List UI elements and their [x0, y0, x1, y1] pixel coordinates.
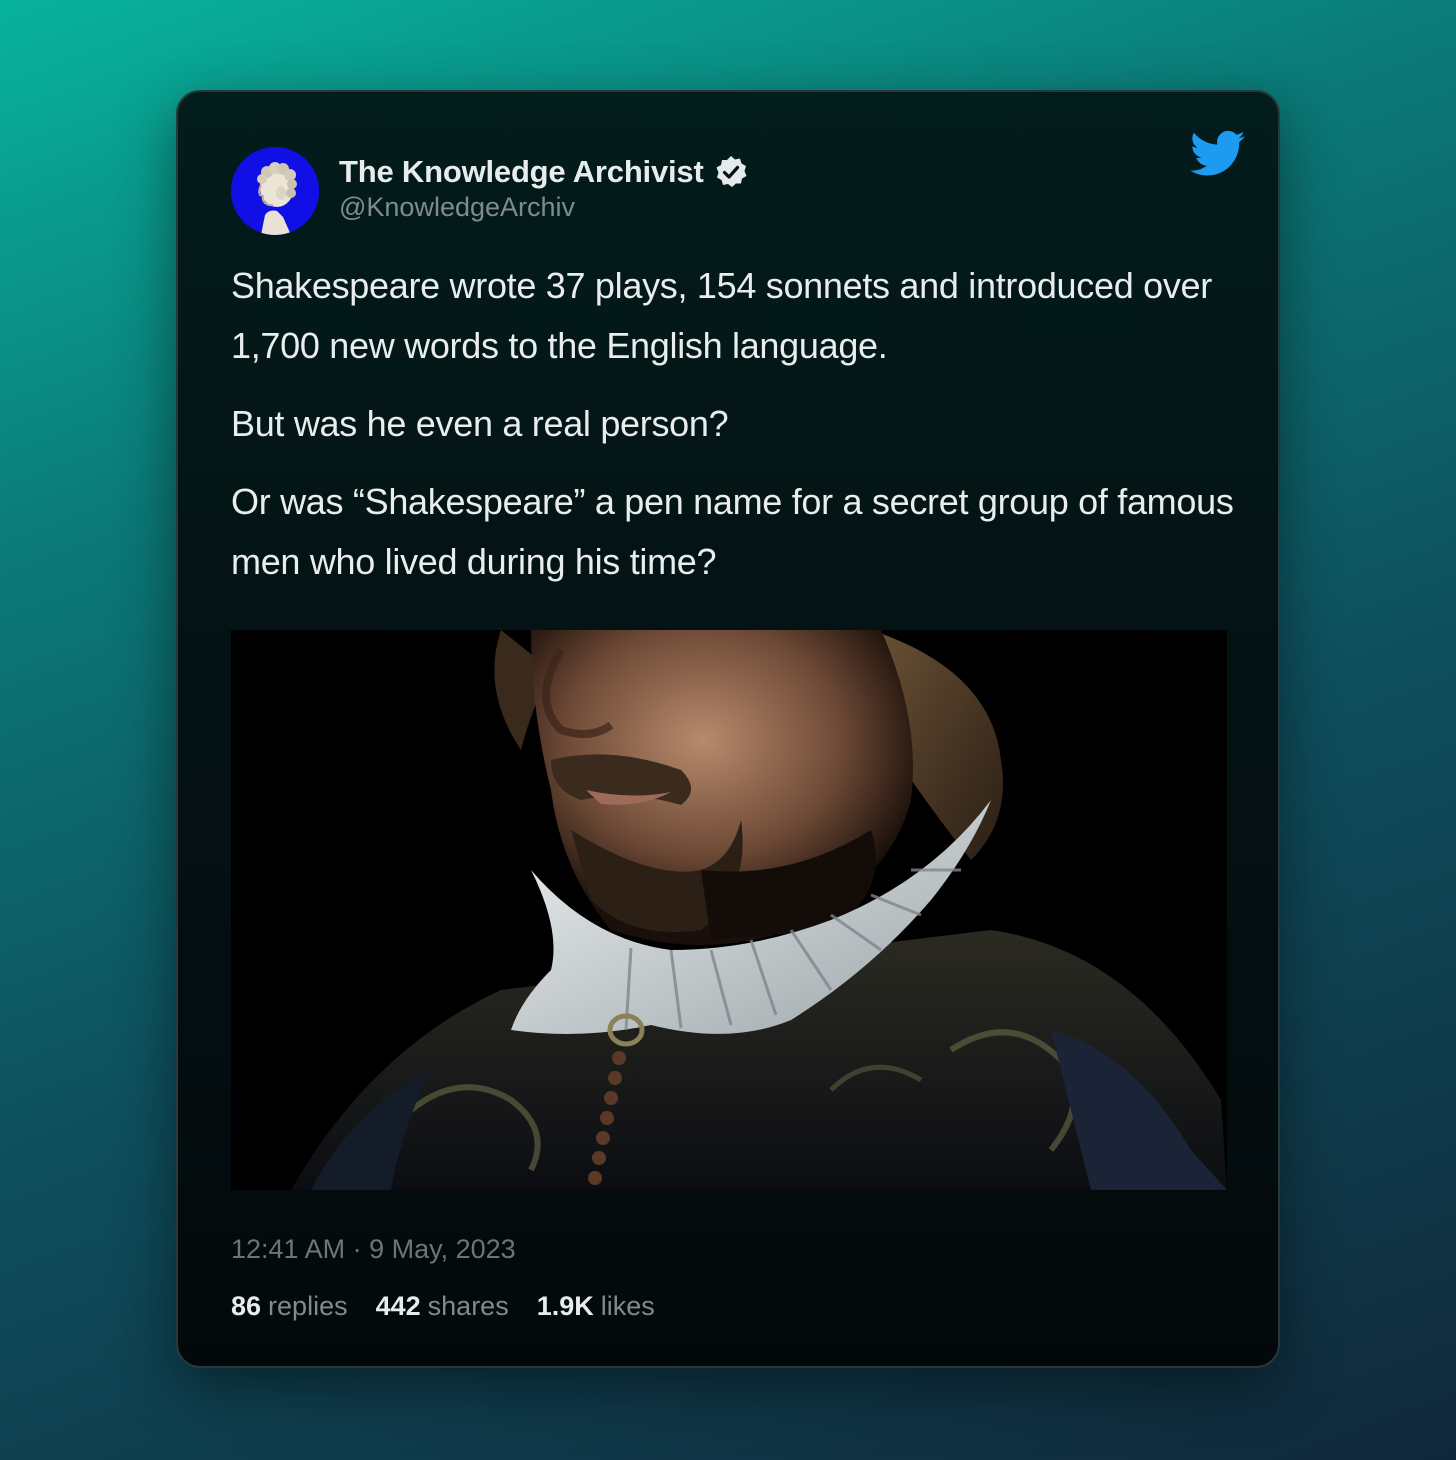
marble-bust-avatar-icon — [231, 147, 319, 235]
likes-stat[interactable]: 1.9K likes — [537, 1291, 655, 1322]
tweet-text: Shakespeare wrote 37 plays, 154 sonnets … — [231, 256, 1241, 610]
likes-count: 1.9K — [536, 1291, 594, 1321]
shares-stat[interactable]: 442 shares — [376, 1291, 509, 1322]
author-handle[interactable]: @KnowledgeArchiv — [339, 192, 575, 223]
tweet-card: The Knowledge Archivist @KnowledgeArchiv… — [176, 90, 1280, 1368]
tweet-paragraph: Shakespeare wrote 37 plays, 154 sonnets … — [231, 265, 1212, 366]
author-display-name[interactable]: The Knowledge Archivist — [339, 154, 748, 190]
shares-label: shares — [427, 1291, 509, 1321]
replies-stat[interactable]: 86 replies — [231, 1291, 348, 1322]
tweet-timestamp[interactable]: 12:41 AM · 9 May, 2023 — [231, 1234, 516, 1265]
twitter-bird-icon[interactable] — [1190, 130, 1246, 178]
replies-label: replies — [268, 1291, 348, 1321]
shakespeare-portrait-image — [231, 630, 1227, 1190]
author-avatar[interactable] — [231, 147, 319, 235]
shares-count: 442 — [375, 1291, 421, 1321]
likes-label: likes — [600, 1291, 655, 1321]
tweet-paragraph: But was he even a real person? — [231, 403, 729, 444]
tweet-media-image[interactable] — [231, 630, 1227, 1190]
author-name-text[interactable]: The Knowledge Archivist — [339, 154, 704, 190]
replies-count: 86 — [231, 1291, 262, 1321]
tweet-stats: 86 replies 442 shares 1.9K likes — [231, 1291, 655, 1322]
verified-badge-icon — [714, 155, 748, 189]
tweet-paragraph: Or was “Shakespeare” a pen name for a se… — [231, 481, 1234, 582]
